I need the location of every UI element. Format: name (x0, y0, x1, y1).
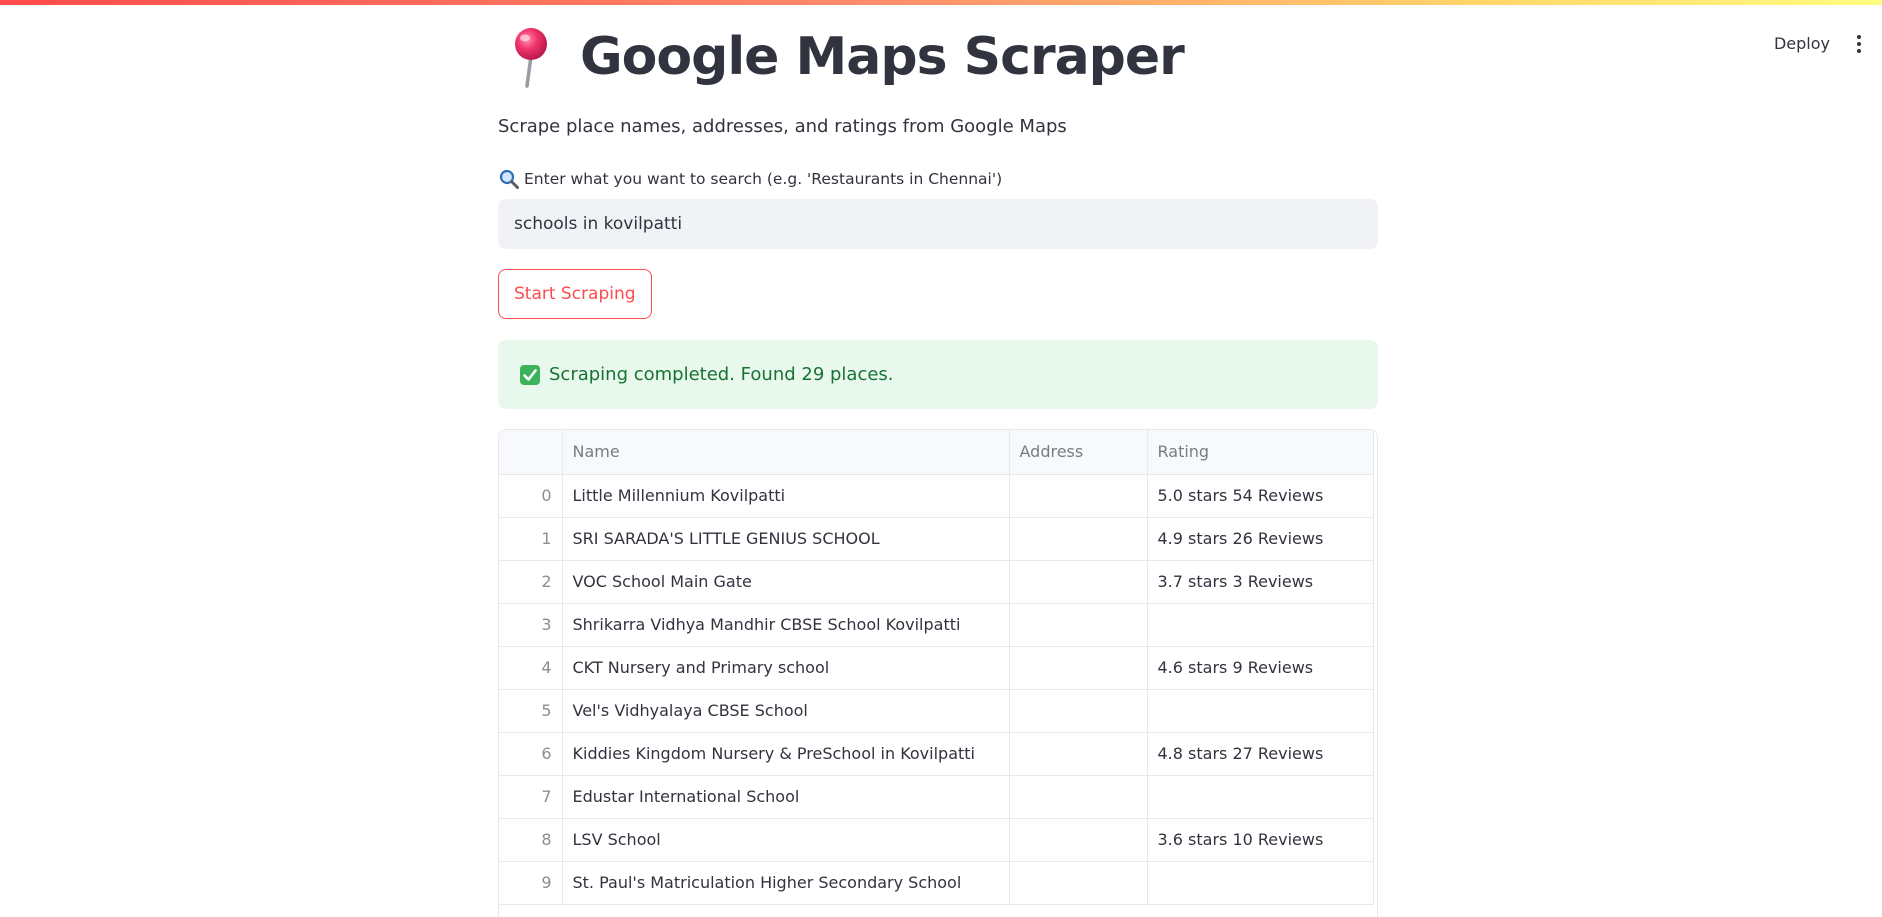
search-label: Enter what you want to search (e.g. 'Res… (498, 168, 1002, 190)
cell-name[interactable]: SRI SARADA'S LITTLE GENIUS SCHOOL (561, 516, 1010, 561)
cell-name[interactable]: St. Paul's Matriculation Higher Secondar… (561, 860, 1010, 905)
cell-name[interactable]: Vel's Vidhyalaya CBSE School (561, 688, 1010, 733)
cell-rating[interactable] (1146, 688, 1374, 733)
page-title: Google Maps Scraper (580, 27, 1185, 87)
cell-rating[interactable] (1146, 860, 1374, 905)
table-row[interactable]: 0 Little Millennium Kovilpatti 5.0 stars… (499, 473, 1374, 518)
top-decoration-bar (0, 0, 1882, 5)
success-alert: Scraping completed. Found 29 places. (498, 340, 1378, 409)
cell-rating[interactable]: 4.6 stars 9 Reviews (1146, 645, 1374, 690)
row-index: 7 (499, 774, 563, 819)
cell-address[interactable] (1008, 688, 1148, 733)
check-mark-icon (520, 364, 540, 385)
cell-address[interactable] (1008, 559, 1148, 604)
cell-name[interactable]: Kiddies Kingdom Nursery & PreSchool in K… (561, 731, 1010, 776)
column-header-index[interactable] (499, 430, 563, 475)
deploy-button[interactable]: Deploy (1762, 28, 1842, 59)
magnifying-glass-icon (499, 169, 519, 189)
cell-name[interactable]: LSV School (561, 817, 1010, 862)
page-subtitle: Scrape place names, addresses, and ratin… (498, 116, 1067, 137)
cell-rating[interactable]: 5.0 stars 54 Reviews (1146, 473, 1374, 518)
cell-name[interactable]: Edustar International School (561, 774, 1010, 819)
kebab-menu-icon[interactable] (1850, 29, 1868, 59)
table-header-row: Name Address Rating (499, 430, 1374, 475)
cell-rating[interactable] (1146, 602, 1374, 647)
table-row[interactable]: 4 CKT Nursery and Primary school 4.6 sta… (499, 645, 1374, 690)
row-index: 0 (499, 473, 563, 518)
table-row[interactable]: 3 Shrikarra Vidhya Mandhir CBSE School K… (499, 602, 1374, 647)
column-header-address[interactable]: Address (1008, 430, 1148, 475)
row-index: 6 (499, 731, 563, 776)
cell-name[interactable]: VOC School Main Gate (561, 559, 1010, 604)
table-row[interactable]: 8 LSV School 3.6 stars 10 Reviews (499, 817, 1374, 862)
menu-dot (1857, 41, 1861, 46)
pushpin-icon (515, 28, 547, 88)
table-row[interactable]: 2 VOC School Main Gate 3.7 stars 3 Revie… (499, 559, 1374, 604)
table-row[interactable]: 1 SRI SARADA'S LITTLE GENIUS SCHOOL 4.9 … (499, 516, 1374, 561)
row-index: 2 (499, 559, 563, 604)
cell-rating[interactable] (1146, 774, 1374, 819)
cell-rating[interactable]: 4.8 stars 27 Reviews (1146, 731, 1374, 776)
success-message: Scraping completed. Found 29 places. (549, 364, 894, 385)
table-row[interactable]: 6 Kiddies Kingdom Nursery & PreSchool in… (499, 731, 1374, 776)
menu-dot (1857, 34, 1861, 39)
cell-address[interactable] (1008, 473, 1148, 518)
row-index: 9 (499, 860, 563, 905)
table-row[interactable]: 5 Vel's Vidhyalaya CBSE School (499, 688, 1374, 733)
cell-address[interactable] (1008, 860, 1148, 905)
row-index: 8 (499, 817, 563, 862)
row-index: 1 (499, 516, 563, 561)
cell-address[interactable] (1008, 774, 1148, 819)
title-row: Google Maps Scraper (506, 26, 1185, 88)
table-row[interactable]: 9 St. Paul's Matriculation Higher Second… (499, 860, 1374, 905)
header-toolbar: Deploy (1762, 28, 1868, 59)
search-input[interactable] (498, 199, 1378, 249)
cell-name[interactable]: CKT Nursery and Primary school (561, 645, 1010, 690)
row-index: 4 (499, 645, 563, 690)
search-label-text: Enter what you want to search (e.g. 'Res… (524, 170, 1003, 188)
cell-address[interactable] (1008, 731, 1148, 776)
column-header-name[interactable]: Name (561, 430, 1010, 475)
row-index: 3 (499, 602, 563, 647)
table-row[interactable]: 7 Edustar International School (499, 774, 1374, 819)
cell-address[interactable] (1008, 602, 1148, 647)
results-table[interactable]: Name Address Rating 0 Little Millennium … (498, 429, 1378, 917)
cell-address[interactable] (1008, 516, 1148, 561)
cell-address[interactable] (1008, 817, 1148, 862)
start-scraping-button[interactable]: Start Scraping (498, 269, 652, 319)
column-header-rating[interactable]: Rating (1146, 430, 1374, 475)
cell-address[interactable] (1008, 645, 1148, 690)
cell-name[interactable]: Little Millennium Kovilpatti (561, 473, 1010, 518)
cell-rating[interactable]: 4.9 stars 26 Reviews (1146, 516, 1374, 561)
cell-rating[interactable]: 3.6 stars 10 Reviews (1146, 817, 1374, 862)
row-index: 5 (499, 688, 563, 733)
cell-name[interactable]: Shrikarra Vidhya Mandhir CBSE School Kov… (561, 602, 1010, 647)
menu-dot (1857, 48, 1861, 53)
cell-rating[interactable]: 3.7 stars 3 Reviews (1146, 559, 1374, 604)
